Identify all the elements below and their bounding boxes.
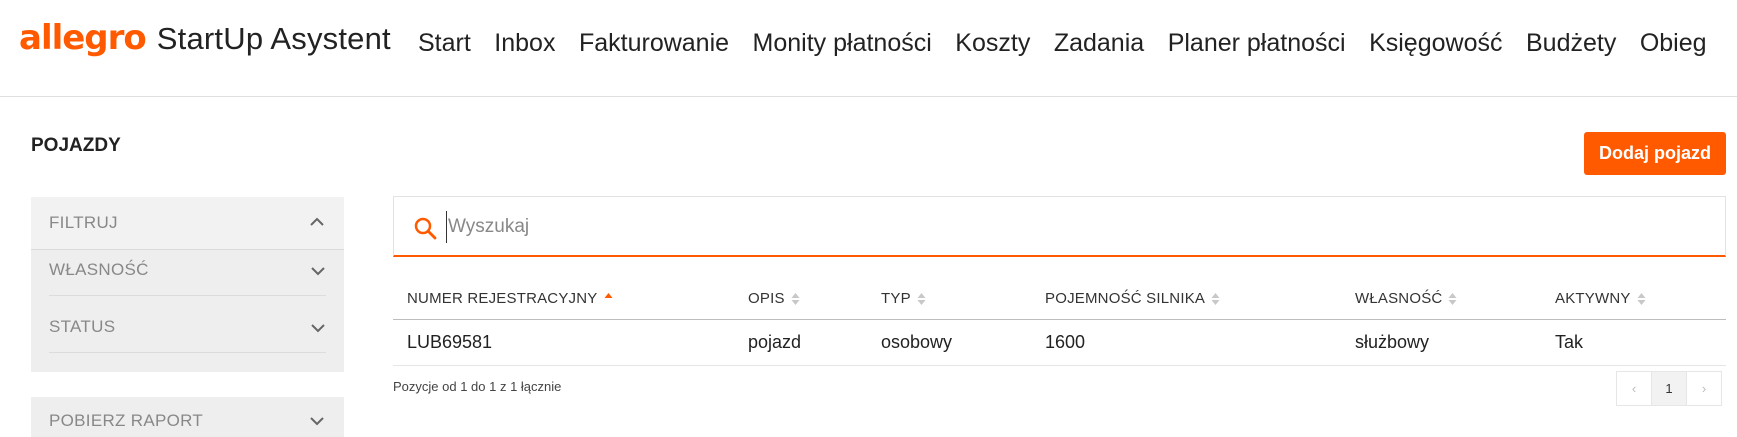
filter-ownership-label: WŁASNOŚĆ — [49, 260, 149, 279]
filter-panel: FILTRUJ WŁASNOŚĆ STATUS — [31, 197, 344, 372]
sort-icon — [917, 292, 926, 305]
filter-header[interactable]: FILTRUJ — [31, 197, 344, 250]
col-header-label: POJEMNOŚĆ SILNIKA — [1045, 290, 1206, 307]
nav-item-zadania[interactable]: Zadania — [1054, 29, 1144, 58]
pagination: ‹ 1 › — [1616, 371, 1722, 406]
table-row[interactable]: LUB69581 pojazd osobowy 1600 służbowy Ta… — [393, 320, 1726, 366]
app-name: StartUp Asystent — [156, 21, 391, 56]
nav-item-budzety[interactable]: Budżety — [1526, 29, 1616, 58]
chevron-down-icon[interactable] — [310, 263, 326, 279]
sort-icon — [791, 292, 800, 305]
sort-icon — [1448, 292, 1457, 305]
nav-item-start[interactable]: Start — [418, 29, 471, 58]
nav-item-monity-platnosci[interactable]: Monity płatności — [753, 29, 932, 58]
col-header-active[interactable]: AKTYWNY — [1555, 290, 1646, 307]
col-header-label: NUMER REJESTRACYJNY — [407, 290, 598, 307]
col-header-engine-capacity[interactable]: POJEMNOŚĆ SILNIKA — [1045, 290, 1220, 307]
brand[interactable]: allegro StartUp Asystent — [19, 18, 391, 68]
sort-icon — [1211, 292, 1220, 305]
table-header: NUMER REJESTRACYJNY OPIS TYP POJEMNOŚĆ S… — [393, 280, 1726, 320]
sort-asc-icon — [604, 292, 612, 298]
chevron-down-icon[interactable] — [310, 320, 326, 336]
col-header-label: TYP — [881, 290, 911, 307]
next-page-button[interactable]: › — [1686, 371, 1722, 406]
nav-item-obieg[interactable]: Obieg — [1640, 29, 1707, 58]
col-header-ownership[interactable]: WŁASNOŚĆ — [1355, 290, 1457, 307]
cell-active: Tak — [1555, 332, 1584, 352]
prev-page-button[interactable]: ‹ — [1616, 371, 1652, 406]
cell-engine-capacity: 1600 — [1045, 332, 1086, 352]
pagination-summary: Pozycje od 1 do 1 z 1 łącznie — [393, 379, 562, 394]
search-icon — [414, 217, 437, 240]
col-header-description[interactable]: OPIS — [748, 290, 800, 307]
report-title: POBIERZ RAPORT — [49, 411, 204, 430]
filter-status-label: STATUS — [49, 317, 116, 336]
cell-description: pojazd — [748, 332, 802, 352]
nav-item-ksiegowosc[interactable]: Księgowość — [1369, 29, 1502, 58]
col-header-label: AKTYWNY — [1555, 290, 1631, 307]
nav-item-fakturowanie[interactable]: Fakturowanie — [579, 29, 729, 58]
cell-registration[interactable]: LUB69581 — [407, 332, 492, 353]
add-vehicle-button[interactable]: Dodaj pojazd — [1584, 132, 1726, 175]
chevron-down-icon[interactable] — [309, 413, 325, 429]
page-title: POJAZDY — [31, 135, 121, 156]
filter-ownership[interactable]: WŁASNOŚĆ — [49, 250, 326, 296]
filter-title: FILTRUJ — [49, 213, 118, 232]
nav-item-planer-platnosci[interactable]: Planer płatności — [1168, 29, 1346, 58]
cell-ownership: służbowy — [1355, 332, 1430, 352]
cell-type: osobowy — [881, 332, 953, 352]
search-box — [393, 196, 1726, 257]
col-header-type[interactable]: TYP — [881, 290, 926, 307]
report-panel[interactable]: POBIERZ RAPORT — [31, 397, 344, 437]
col-header-registration[interactable]: NUMER REJESTRACYJNY — [407, 290, 613, 307]
page-button-current[interactable]: 1 — [1651, 371, 1687, 406]
allegro-logo[interactable]: allegro — [19, 18, 147, 58]
search-input[interactable] — [446, 211, 1706, 243]
top-header: allegro StartUp Asystent Start Inbox Fak… — [0, 0, 1737, 97]
nav-item-inbox[interactable]: Inbox — [494, 29, 555, 58]
col-header-label: OPIS — [748, 290, 785, 307]
filter-status[interactable]: STATUS — [49, 307, 326, 353]
sort-icon — [1637, 292, 1646, 305]
chevron-up-icon[interactable] — [309, 214, 325, 230]
col-header-label: WŁASNOŚĆ — [1355, 290, 1443, 307]
vehicles-table: NUMER REJESTRACYJNY OPIS TYP POJEMNOŚĆ S… — [393, 280, 1726, 366]
main-nav: Start Inbox Fakturowanie Monity płatnośc… — [418, 26, 1730, 60]
nav-item-koszty[interactable]: Koszty — [955, 29, 1030, 58]
